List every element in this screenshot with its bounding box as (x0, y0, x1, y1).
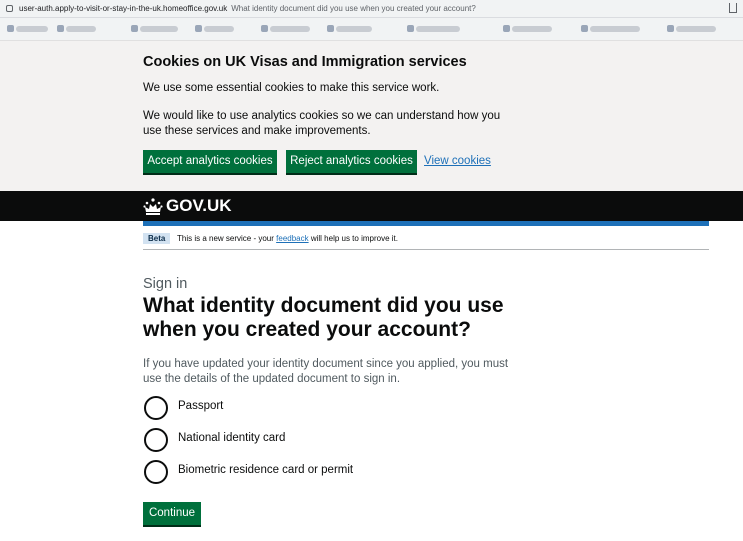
radio-label[interactable]: Passport (178, 400, 223, 412)
radio-button[interactable] (144, 428, 168, 452)
bookmark-item[interactable] (7, 25, 48, 32)
view-cookies-link[interactable]: View cookies (424, 155, 491, 167)
cookie-analytics-text: We would like to use analytics cookies s… (143, 110, 501, 137)
bookmark-item[interactable] (667, 25, 716, 32)
bookmark-item[interactable] (327, 25, 372, 32)
tab-title: What identity document did you use when … (231, 4, 476, 13)
bookmark-item[interactable] (503, 25, 552, 32)
phase-banner: Beta This is a new service - your feedba… (143, 228, 709, 250)
header-accent-bar (143, 221, 709, 226)
bookmark-item[interactable] (195, 25, 234, 32)
page-caption: Sign in (143, 276, 188, 292)
crown-icon (143, 198, 163, 215)
bookmark-item[interactable] (407, 25, 460, 32)
govuk-header: GOV.UK (0, 191, 743, 221)
phase-banner-text: This is a new service - your feedback wi… (177, 234, 398, 243)
hint-text: If you have updated your identity docume… (143, 358, 509, 385)
address-bar[interactable]: user-auth.apply-to-visit-or-stay-in-the-… (0, 0, 743, 18)
cookie-banner-heading: Cookies on UK Visas and Immigration serv… (143, 54, 467, 70)
bookmark-item[interactable] (131, 25, 178, 32)
radio-label[interactable]: National identity card (178, 432, 285, 444)
lock-icon (6, 5, 13, 12)
bookmark-item[interactable] (581, 25, 640, 32)
bookmarks-bar (0, 18, 743, 41)
cookie-banner: Cookies on UK Visas and Immigration serv… (0, 41, 743, 191)
accept-analytics-cookies-button[interactable]: Accept analytics cookies (143, 150, 277, 173)
bookmark-item[interactable] (57, 25, 96, 32)
url-text: user-auth.apply-to-visit-or-stay-in-the-… (19, 4, 476, 13)
reject-analytics-cookies-button[interactable]: Reject analytics cookies (286, 150, 417, 173)
cookie-essential-text: We use some essential cookies to make th… (143, 82, 440, 94)
radio-button[interactable] (144, 460, 168, 484)
bookmark-item[interactable] (261, 25, 310, 32)
radio-button[interactable] (144, 396, 168, 420)
govuk-logo-text: GOV.UK (166, 196, 232, 215)
feedback-link[interactable]: feedback (276, 234, 308, 243)
radio-label[interactable]: Biometric residence card or permit (178, 464, 353, 476)
share-icon[interactable] (729, 3, 737, 13)
continue-button[interactable]: Continue (143, 502, 201, 525)
beta-tag: Beta (143, 233, 171, 244)
page-title: What identity document did you use when … (143, 294, 504, 341)
